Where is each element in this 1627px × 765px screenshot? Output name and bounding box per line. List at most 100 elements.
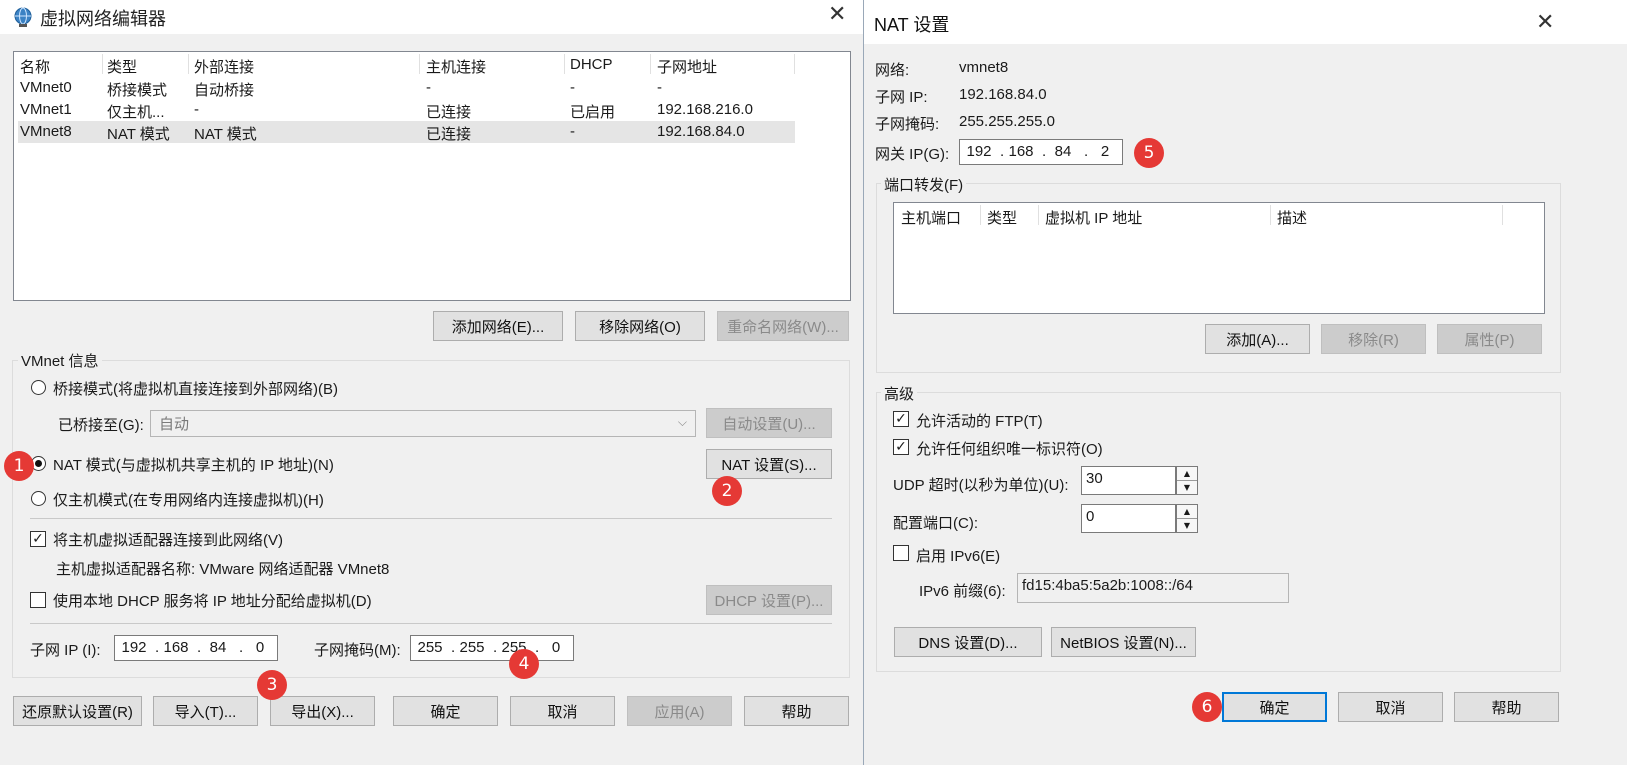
table-row-selected[interactable]: VMnet8 NAT 模式 NAT 模式 已连接 - 192.168.84.0 [18,121,795,143]
export-button[interactable]: 导出(X)... [270,696,375,726]
add-network-button[interactable]: 添加网络(E)... [433,311,563,341]
cell-name: VMnet8 [20,123,72,140]
bridge-mode-label[interactable]: 桥接模式(将虚拟机直接连接到外部网络)(B) [53,378,338,399]
ipv6-prefix-input[interactable]: fd15:4ba5:5a2b:1008::/64 [1017,573,1289,603]
ok-button[interactable]: 确定 [393,696,498,726]
column-header-type[interactable]: 类型 [107,56,137,77]
nat-help-button[interactable]: 帮助 [1454,692,1559,722]
table-row[interactable]: VMnet0 桥接模式 自动桥接 - - - [14,77,794,99]
table-row[interactable]: VMnet1 仅主机... - 已连接 已启用 192.168.216.0 [14,99,794,121]
cell-external: - [194,101,199,118]
connect-adapter-label[interactable]: 将主机虚拟适配器连接到此网络(V) [53,529,283,550]
udp-timeout-input[interactable]: 30 [1081,466,1176,495]
annotation-badge-4: 4 [509,649,539,679]
close-icon[interactable]: ✕ [828,2,846,27]
nat-cancel-button[interactable]: 取消 [1338,692,1443,722]
cancel-button[interactable]: 取消 [510,696,615,726]
cell-subnet: - [657,79,662,96]
column-header-external[interactable]: 外部连接 [194,56,254,77]
ip-octet: 192 [966,143,992,160]
subnet-ip-label: 子网 IP: [875,89,928,106]
bridge-mode-radio[interactable] [31,380,46,395]
cell-dhcp: - [570,123,575,140]
enable-ipv6-label[interactable]: 启用 IPv6(E) [916,545,1000,566]
config-port-spinner[interactable]: ▲ ▼ [1176,504,1198,533]
network-label: 网络: [875,62,910,79]
annotation-badge-5: 5 [1134,138,1164,168]
gateway-ip-field[interactable]: 192 . 168 . 84 . 2 [959,139,1123,165]
nat-ok-button[interactable]: 确定 [1222,692,1327,722]
bridged-to-dropdown[interactable]: 自动 ⌵ [150,410,696,437]
cell-name: VMnet0 [20,79,72,96]
divider [30,518,832,519]
ip-octet: 84 [1054,143,1072,160]
column-header-description[interactable]: 描述 [1277,207,1307,228]
spin-up-icon[interactable]: ▲ [1177,467,1197,481]
nat-settings-dialog: NAT 设置 ✕ 网络: vmnet8 子网 IP: 192.168.84.0 … [863,0,1627,765]
cell-host: - [426,79,431,96]
port-forwarding-legend: 端口转发(F) [881,174,967,195]
subnet-ip-field[interactable]: 192 . 168 . 84 . 0 [114,635,278,661]
rename-network-button[interactable]: 重命名网络(W)... [717,311,849,341]
column-header-host-port[interactable]: 主机端口 [901,207,961,228]
udp-timeout-value: 30 [1086,470,1103,487]
host-only-radio[interactable] [31,491,46,506]
ipv6-prefix-label: IPv6 前缀(6): [919,583,1006,600]
host-only-label[interactable]: 仅主机模式(在专用网络内连接虚拟机)(H) [53,489,324,510]
allow-ftp-checkbox[interactable]: ✓ [893,411,909,427]
allow-oui-checkbox[interactable]: ✓ [893,439,909,455]
spin-down-icon[interactable]: ▼ [1177,519,1197,533]
enable-ipv6-checkbox[interactable] [893,545,909,561]
apply-button[interactable]: 应用(A) [627,696,732,726]
column-header-name[interactable]: 名称 [20,56,50,77]
cell-subnet: 192.168.84.0 [657,123,745,140]
cell-host: 已连接 [426,104,472,121]
nat-mode-label[interactable]: NAT 模式(与虚拟机共享主机的 IP 地址)(N) [53,454,334,475]
annotation-badge-6: 6 [1192,692,1222,722]
remove-port-button[interactable]: 移除(R) [1321,324,1426,354]
network-list[interactable]: 名称 类型 外部连接 主机连接 DHCP 子网地址 VMnet0 桥接模式 自动… [13,51,851,301]
column-header-subnet[interactable]: 子网地址 [657,56,717,77]
spin-up-icon[interactable]: ▲ [1177,505,1197,519]
port-forwarding-list[interactable]: 主机端口 类型 虚拟机 IP 地址 描述 [893,202,1545,314]
window-title: 虚拟网络编辑器 [40,9,166,29]
column-header-vm-ip[interactable]: 虚拟机 IP 地址 [1045,207,1142,228]
port-properties-button[interactable]: 属性(P) [1437,324,1542,354]
netbios-settings-button[interactable]: NetBIOS 设置(N)... [1051,627,1196,657]
ip-octet: 84 [209,639,227,656]
network-value: vmnet8 [959,59,1009,76]
help-button[interactable]: 帮助 [744,696,849,726]
advanced-legend: 高级 [881,383,918,404]
ip-octet: 0 [255,639,265,656]
dns-settings-button[interactable]: DNS 设置(D)... [894,627,1042,657]
column-header-type[interactable]: 类型 [987,207,1017,228]
subnet-mask-field[interactable]: 255 . 255 . 255 . 0 [410,635,574,661]
spin-down-icon[interactable]: ▼ [1177,481,1197,495]
config-port-label: 配置端口(C): [893,515,978,532]
annotation-badge-3: 3 [257,670,287,700]
config-port-input[interactable]: 0 [1081,504,1176,533]
cell-type: NAT 模式 [107,126,170,143]
restore-defaults-button[interactable]: 还原默认设置(R) [13,696,142,726]
auto-settings-button[interactable]: 自动设置(U)... [706,408,832,438]
add-port-button[interactable]: 添加(A)... [1205,324,1310,354]
allow-oui-label[interactable]: 允许任何组织唯一标识符(O) [916,438,1103,459]
ip-octet: 168 [163,639,189,656]
allow-ftp-label[interactable]: 允许活动的 FTP(T) [916,410,1043,431]
title-bar [864,0,1627,44]
nat-settings-button[interactable]: NAT 设置(S)... [706,449,832,479]
dhcp-settings-button[interactable]: DHCP 设置(P)... [706,585,832,615]
virtual-network-editor-window: 虚拟网络编辑器 ✕ 名称 类型 外部连接 主机连接 DHCP 子网地址 VMne… [0,0,863,765]
column-header-host[interactable]: 主机连接 [426,56,486,77]
import-button[interactable]: 导入(T)... [153,696,258,726]
column-header-dhcp[interactable]: DHCP [570,56,613,73]
cell-dhcp: 已启用 [570,104,616,121]
udp-timeout-spinner[interactable]: ▲ ▼ [1176,466,1198,495]
use-dhcp-label[interactable]: 使用本地 DHCP 服务将 IP 地址分配给虚拟机(D) [53,590,372,611]
config-port-value: 0 [1086,508,1095,525]
close-icon[interactable]: ✕ [1536,10,1554,35]
use-dhcp-checkbox[interactable] [30,592,46,608]
connect-adapter-checkbox[interactable]: ✓ [30,531,46,547]
remove-network-button[interactable]: 移除网络(O) [575,311,705,341]
annotation-badge-2: 2 [712,476,742,506]
